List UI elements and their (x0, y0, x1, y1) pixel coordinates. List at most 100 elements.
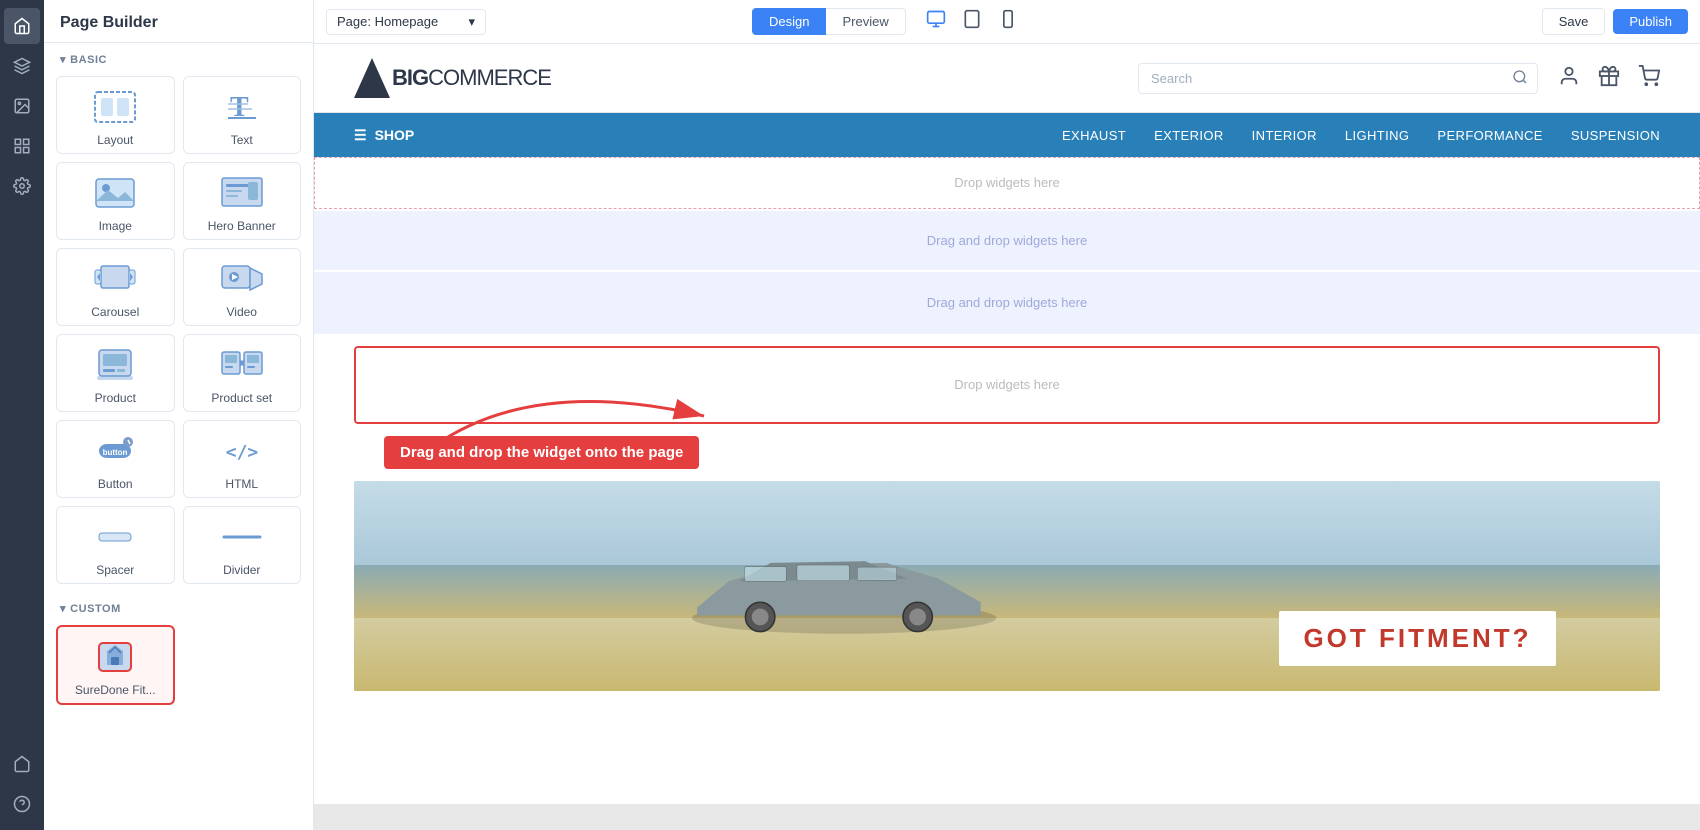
product-icon (91, 345, 139, 385)
nav-link-exterior[interactable]: EXTERIOR (1154, 128, 1224, 143)
carousel-icon (91, 259, 139, 299)
widget-button[interactable]: button Button (56, 420, 175, 498)
text-icon: T (218, 87, 266, 127)
hero-banner-label: Hero Banner (208, 219, 276, 233)
divider-label: Divider (223, 563, 260, 577)
video-icon (218, 259, 266, 299)
search-icon (1512, 69, 1528, 88)
logo-area: BIGCOMMERCE (354, 58, 551, 98)
search-input[interactable] (1138, 63, 1538, 94)
custom-section: ▾ CUSTOM SureDone Fit... (44, 592, 313, 725)
sidebar-icon-store[interactable] (4, 746, 40, 782)
html-label: HTML (225, 477, 258, 491)
widget-image[interactable]: Image (56, 162, 175, 240)
basic-widget-grid: Layout T Text Imag (44, 72, 313, 592)
logo-text: BIGCOMMERCE (392, 65, 551, 91)
custom-widget-grid: SureDone Fit... (44, 621, 313, 713)
publish-button[interactable]: Publish (1613, 9, 1688, 34)
basic-caret-icon: ▾ (60, 53, 66, 66)
widget-suredone[interactable]: SureDone Fit... (56, 625, 175, 705)
design-preview-group: Design Preview (752, 5, 1022, 38)
sidebar-icon-image[interactable] (4, 88, 40, 124)
layout-icon (91, 87, 139, 127)
nav-link-lighting[interactable]: LIGHTING (1345, 128, 1410, 143)
nav-link-interior[interactable]: INTERIOR (1252, 128, 1317, 143)
drop-zone-active[interactable]: Drop widgets here (354, 346, 1660, 424)
sidebar-icon-widgets[interactable] (4, 128, 40, 164)
text-label: Text (231, 133, 253, 147)
spacer-icon (91, 517, 139, 557)
header-icons (1558, 65, 1660, 92)
desktop-btn[interactable] (922, 5, 950, 38)
sidebar-bottom (4, 746, 40, 830)
widget-panel-title: Page Builder (44, 0, 313, 43)
widget-divider[interactable]: Divider (183, 506, 302, 584)
user-icon[interactable] (1558, 65, 1580, 92)
icon-sidebar (0, 0, 44, 830)
sidebar-icon-settings[interactable] (4, 168, 40, 204)
svg-text:button: button (103, 448, 128, 457)
button-icon: button (91, 431, 139, 471)
drop-zone-3[interactable]: Drag and drop widgets here (314, 272, 1700, 334)
html-icon: </> (218, 431, 266, 471)
search-wrapper (1138, 63, 1538, 94)
nav-link-performance[interactable]: PERFORMANCE (1437, 128, 1542, 143)
main-area: Page: Homepage ▾ Design Preview Save Pub… (314, 0, 1700, 830)
widget-product[interactable]: Product (56, 334, 175, 412)
sidebar-icon-home[interactable] (4, 8, 40, 44)
hero-banner-icon (218, 173, 266, 213)
preview-btn[interactable]: Preview (826, 8, 905, 35)
hero-overlay: GOT FITMENT? (1279, 611, 1555, 666)
widget-video[interactable]: Video (183, 248, 302, 326)
carousel-label: Carousel (91, 305, 139, 319)
widget-hero-banner[interactable]: Hero Banner (183, 162, 302, 240)
device-group (922, 5, 1022, 38)
page-preview: BIGCOMMERCE (314, 44, 1700, 804)
widget-text[interactable]: T Text (183, 76, 302, 154)
video-label: Video (227, 305, 257, 319)
product-set-label: Product set (211, 391, 272, 405)
svg-text:</>: </> (225, 442, 258, 463)
widget-product-set[interactable]: Product set (183, 334, 302, 412)
hero-text: GOT FITMENT? (1303, 623, 1531, 654)
top-bar: Page: Homepage ▾ Design Preview Save Pub… (314, 0, 1700, 44)
logo-triangle-icon (354, 58, 390, 98)
image-label: Image (99, 219, 132, 233)
drop-zone-1[interactable]: Drop widgets here (314, 157, 1700, 209)
widget-html[interactable]: </> HTML (183, 420, 302, 498)
layout-label: Layout (97, 133, 133, 147)
menu-icon: ☰ (354, 127, 367, 144)
sidebar-icon-help[interactable] (4, 786, 40, 822)
page-selector-label: Page: Homepage (337, 14, 438, 29)
widget-layout[interactable]: Layout (56, 76, 175, 154)
top-right-actions: Save Publish (1542, 8, 1688, 35)
nav-links: EXHAUST EXTERIOR INTERIOR LIGHTING PERFO… (1062, 128, 1660, 143)
gift-icon[interactable] (1598, 65, 1620, 92)
save-button[interactable]: Save (1542, 8, 1606, 35)
suredone-icon (91, 637, 139, 677)
canvas: BIGCOMMERCE (314, 44, 1700, 830)
page-selector-caret: ▾ (468, 14, 475, 30)
widget-panel: Page Builder ▾ BASIC Layout T (44, 0, 314, 830)
design-btn[interactable]: Design (752, 8, 826, 35)
nav-shop[interactable]: ☰ SHOP (354, 127, 414, 144)
widget-carousel[interactable]: Carousel (56, 248, 175, 326)
spacer-label: Spacer (96, 563, 134, 577)
tablet-btn[interactable] (958, 5, 986, 38)
custom-section-label: ▾ CUSTOM (44, 592, 313, 621)
annotation-container: Drag and drop the widget onto the page (354, 436, 1660, 469)
store-header: BIGCOMMERCE (314, 44, 1700, 113)
cart-icon[interactable] (1638, 65, 1660, 92)
nav-bar: ☰ SHOP EXHAUST EXTERIOR INTERIOR LIGHTIN… (314, 113, 1700, 157)
sidebar-icon-layers[interactable] (4, 48, 40, 84)
widget-spacer[interactable]: Spacer (56, 506, 175, 584)
mobile-btn[interactable] (994, 5, 1022, 38)
nav-link-exhaust[interactable]: EXHAUST (1062, 128, 1126, 143)
hero-image: GOT FITMENT? (354, 481, 1660, 691)
drop-zone-2[interactable]: Drag and drop widgets here (314, 211, 1700, 270)
image-icon (91, 173, 139, 213)
basic-section-label: ▾ BASIC (44, 43, 313, 72)
nav-link-suspension[interactable]: SUSPENSION (1571, 128, 1660, 143)
product-set-icon (218, 345, 266, 385)
page-selector[interactable]: Page: Homepage ▾ (326, 9, 486, 35)
